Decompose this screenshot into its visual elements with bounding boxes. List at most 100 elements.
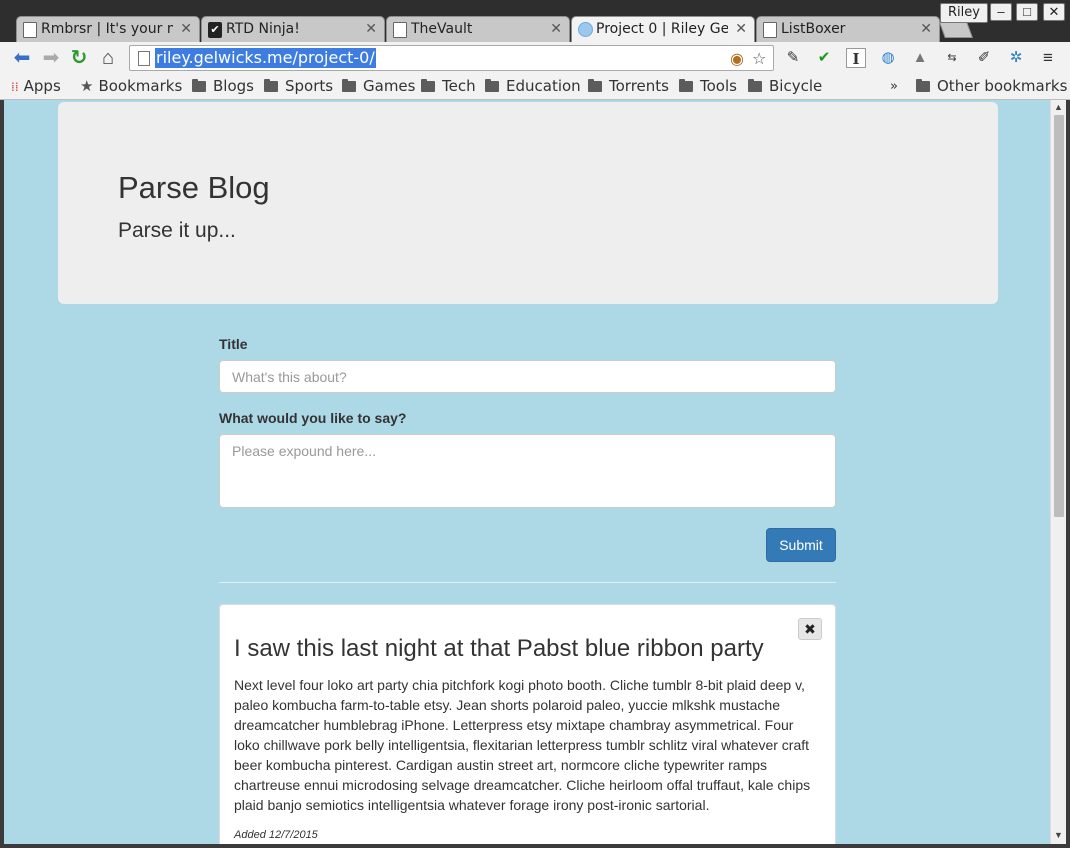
tab-rmbrsr[interactable]: Rmbrsr | It's your m ✕ — [16, 16, 200, 42]
cookie-blocked-icon[interactable]: ◉ — [730, 49, 744, 69]
globe-icon[interactable]: ◍ — [878, 48, 898, 68]
submit-button[interactable]: Submit — [766, 528, 836, 562]
page-icon — [763, 22, 777, 38]
bookmark-folder-tech[interactable]: Tech — [421, 77, 476, 95]
bookmarks-bar: ⁞⁞ Apps ★ Bookmarks Blogs Sports Games Tec… — [0, 74, 1070, 100]
pen-icon[interactable]: ✐ — [974, 48, 994, 68]
blog-title: Parse Blog — [118, 170, 270, 205]
bookmark-label: Other bookmarks — [937, 77, 1068, 95]
bookmark-label: Bookmarks — [98, 77, 183, 95]
pushbullet-icon[interactable]: ⇆ — [942, 48, 962, 68]
bookmark-label: Tech — [442, 77, 476, 95]
apps-grid-icon: ⁞⁞ — [11, 80, 19, 94]
post-body: Next level four loko art party chia pitc… — [234, 677, 811, 813]
new-tab-button[interactable] — [939, 22, 973, 38]
body-textarea[interactable]: Please expound here... — [219, 434, 836, 508]
checkbox-icon: ✔ — [208, 22, 222, 38]
bookmark-folder-education[interactable]: Education — [485, 77, 581, 95]
minimize-icon[interactable]: – — [990, 3, 1012, 21]
evernote-icon[interactable]: ✎ — [783, 48, 803, 68]
blog-tagline: Parse it up... — [118, 219, 236, 242]
star-icon[interactable]: ☆ — [752, 49, 766, 69]
folder-icon — [342, 79, 356, 92]
instapaper-icon[interactable]: I — [846, 48, 866, 68]
bookmark-folder-tools[interactable]: Tools — [679, 77, 737, 95]
tab-project-0[interactable]: Project 0 | Riley Gelw ✕ — [571, 16, 755, 42]
folder-icon — [421, 79, 435, 92]
reload-icon[interactable]: ↻ — [67, 46, 91, 70]
title-input[interactable]: What's this about? — [219, 360, 836, 393]
bookmark-folder-games[interactable]: Games — [342, 77, 415, 95]
back-icon[interactable]: ⬅ — [10, 46, 34, 70]
loading-icon — [578, 22, 593, 37]
close-icon[interactable]: ✕ — [735, 21, 747, 37]
angular-icon[interactable]: ▲ — [910, 48, 930, 68]
folder-icon — [679, 79, 693, 92]
bookmark-folder-torrents[interactable]: Torrents — [588, 77, 669, 95]
star-icon: ★ — [80, 77, 94, 95]
folder-icon — [264, 79, 278, 92]
maximize-icon[interactable]: □ — [1016, 3, 1038, 21]
tab-title: Rmbrsr | It's your m — [41, 21, 173, 37]
close-window-icon[interactable]: ✕ — [1043, 3, 1065, 21]
profile-button[interactable]: Riley — [940, 3, 988, 23]
folder-icon — [748, 79, 762, 92]
folder-icon — [485, 79, 499, 92]
bookmarks-overflow-button[interactable]: » — [890, 79, 898, 94]
bookmark-other-bookmarks[interactable]: Other bookmarks — [916, 77, 1067, 95]
bookmark-apps[interactable]: ⁞⁞ Apps — [11, 77, 61, 95]
bookmark-label: Bicycle — [769, 77, 823, 95]
tab-title: Project 0 | Riley Gelw — [596, 21, 728, 37]
checkmark-icon[interactable]: ✔ — [814, 48, 834, 68]
close-icon[interactable]: ✕ — [365, 21, 377, 37]
page-viewport: Parse Blog Parse it up... Title What's t… — [4, 100, 1050, 844]
tab-title: RTD Ninja! — [226, 21, 300, 37]
bookmark-folder-blogs[interactable]: Blogs — [192, 77, 254, 95]
bookmark-label: Torrents — [609, 77, 669, 95]
blog-header: Parse Blog Parse it up... — [58, 102, 998, 304]
tab-title: ListBoxer — [781, 21, 846, 37]
folder-icon — [192, 79, 206, 92]
delete-post-button[interactable]: ✖ — [798, 618, 822, 640]
folder-icon — [588, 79, 602, 92]
scroll-down-icon[interactable]: ▼ — [1054, 830, 1063, 840]
blog-post: ✖ I saw this last night at that Pabst bl… — [219, 604, 836, 844]
divider — [219, 582, 836, 583]
tab-strip: Rmbrsr | It's your m ✕ ✔ RTD Ninja! ✕ Th… — [0, 0, 1070, 42]
tab-thevault[interactable]: TheVault ✕ — [386, 16, 570, 42]
bookmark-label: Blogs — [213, 77, 254, 95]
address-bar[interactable]: riley.gelwicks.me/project-0/ ◉ ☆ — [129, 45, 774, 71]
network-icon[interactable]: ✲ — [1006, 48, 1026, 68]
body-label: What would you like to say? — [219, 410, 407, 426]
post-title: I saw this last night at that Pabst blue… — [234, 635, 764, 662]
bookmark-folder-sports[interactable]: Sports — [264, 77, 333, 95]
forward-icon[interactable]: ➡ — [39, 46, 63, 70]
page-icon — [138, 51, 150, 66]
bookmark-label: Sports — [285, 77, 334, 95]
page-scrollbar[interactable]: ▲ ▼ — [1050, 100, 1066, 844]
bookmark-label: Apps — [23, 77, 61, 95]
browser-chrome: Rmbrsr | It's your m ✕ ✔ RTD Ninja! ✕ Th… — [0, 0, 1070, 100]
title-label: Title — [219, 336, 248, 352]
scrollbar-thumb[interactable] — [1054, 115, 1064, 517]
page-icon — [23, 22, 37, 38]
bookmark-folder-bicycle[interactable]: Bicycle — [748, 77, 822, 95]
bookmark-bookmarks[interactable]: ★ Bookmarks — [80, 77, 182, 95]
tab-title: TheVault — [411, 21, 473, 37]
folder-icon — [916, 79, 930, 92]
bookmark-label: Tools — [700, 77, 737, 95]
menu-icon[interactable]: ≡ — [1038, 48, 1058, 68]
close-icon[interactable]: ✕ — [920, 21, 932, 37]
tab-listboxer[interactable]: ListBoxer ✕ — [756, 16, 940, 42]
url-text[interactable]: riley.gelwicks.me/project-0/ — [155, 48, 376, 68]
browser-toolbar: ⬅ ➡ ↻ ⌂ riley.gelwicks.me/project-0/ ◉ ☆… — [0, 42, 1070, 74]
close-icon[interactable]: ✕ — [550, 21, 562, 37]
bookmark-label: Games — [363, 77, 416, 95]
scroll-up-icon[interactable]: ▲ — [1054, 102, 1063, 112]
home-icon[interactable]: ⌂ — [96, 46, 120, 70]
bookmark-label: Education — [506, 77, 581, 95]
page-icon — [393, 22, 407, 38]
close-icon[interactable]: ✕ — [180, 21, 192, 37]
tab-rtd-ninja[interactable]: ✔ RTD Ninja! ✕ — [201, 16, 385, 42]
post-date: Added 12/7/2015 — [234, 829, 318, 841]
